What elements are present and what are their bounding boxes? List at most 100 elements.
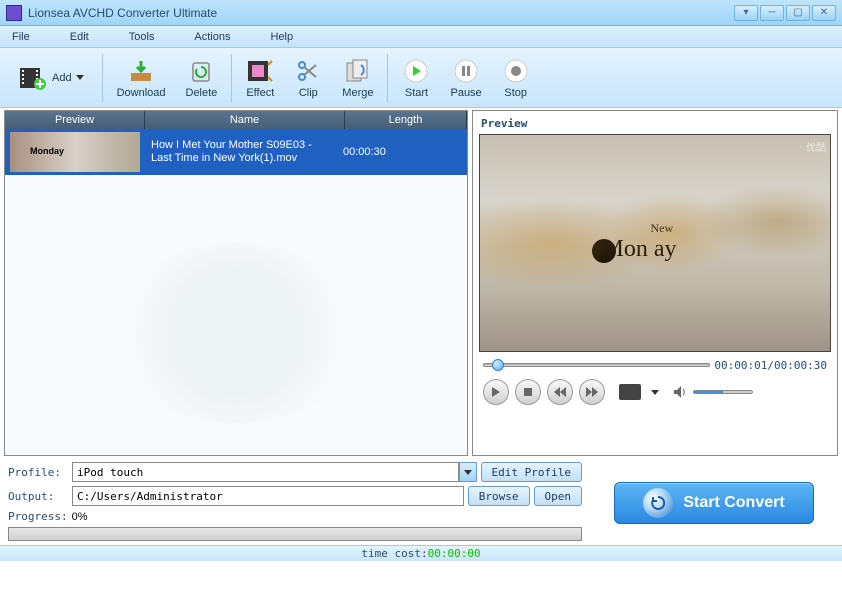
timecost-label: time cost:: [361, 547, 427, 560]
film-add-icon: [20, 64, 48, 92]
volume-slider[interactable]: [693, 390, 753, 394]
stop-button[interactable]: Stop: [492, 50, 540, 106]
output-input[interactable]: [72, 486, 464, 506]
progress-bar: [8, 527, 582, 541]
pause-icon: [452, 57, 480, 85]
start-button[interactable]: Start: [392, 50, 440, 106]
menubar: File Edit Tools Actions Help: [0, 26, 842, 48]
open-button[interactable]: Open: [534, 486, 583, 506]
output-label: Output:: [8, 490, 68, 503]
settings-column: Profile: Edit Profile Output: Browse Ope…: [8, 462, 582, 541]
list-item-name: How I Met Your Mother S09E03 - Last Time…: [145, 139, 335, 165]
pause-label: Pause: [450, 87, 481, 99]
browse-button[interactable]: Browse: [468, 486, 530, 506]
clip-button[interactable]: Clip: [284, 50, 332, 106]
convert-orb-icon: [643, 488, 673, 518]
menu-tools[interactable]: Tools: [129, 31, 155, 43]
forward-button[interactable]: [579, 379, 605, 405]
menu-dropdown-button[interactable]: ▾: [734, 5, 758, 21]
progress-value: 0%: [72, 511, 88, 523]
main-row: Preview Name Length How I Met Your Mothe…: [0, 108, 842, 458]
stop-label: Stop: [504, 87, 527, 99]
timecost-value: 00:00:00: [428, 547, 481, 560]
merge-button[interactable]: Merge: [332, 50, 383, 106]
titlebar: Lionsea AVCHD Converter Ultimate ▾ ─ ▢ ✕: [0, 0, 842, 26]
maximize-button[interactable]: ▢: [786, 5, 810, 21]
seek-track[interactable]: [483, 363, 710, 367]
video-watermark: 优酷: [806, 139, 826, 154]
time-display: 00:00:01/00:00:30: [714, 359, 827, 372]
add-button[interactable]: Add: [6, 50, 98, 106]
seek-thumb[interactable]: [492, 359, 504, 371]
toolbar: Add Download Delete Effect Clip Merge St…: [0, 48, 842, 108]
snapshot-dropdown[interactable]: [651, 390, 659, 395]
download-icon: [127, 57, 155, 85]
pause-button[interactable]: Pause: [440, 50, 491, 106]
rewind-button[interactable]: [547, 379, 573, 405]
video-overlay-text: NewMon ay: [603, 221, 677, 263]
clip-label: Clip: [299, 87, 318, 99]
download-label: Download: [117, 87, 166, 99]
menu-file[interactable]: File: [12, 31, 30, 43]
close-button[interactable]: ✕: [812, 5, 836, 21]
progress-row: Progress: 0%: [8, 510, 582, 523]
merge-label: Merge: [342, 87, 373, 99]
recycle-icon: [187, 57, 215, 85]
list-item[interactable]: How I Met Your Mother S09E03 - Last Time…: [5, 129, 467, 175]
list-empty-area[interactable]: [5, 175, 467, 455]
scissors-icon: [294, 57, 322, 85]
app-title: Lionsea AVCHD Converter Ultimate: [28, 6, 734, 20]
watermark-icon: [106, 243, 366, 423]
preview-pane: Preview NewMon ay 优酷 00:00:01/00:00:30: [472, 110, 838, 456]
play-button[interactable]: [483, 379, 509, 405]
effect-button[interactable]: Effect: [236, 50, 284, 106]
convert-column: Start Convert: [594, 462, 834, 541]
stop-record-icon: [502, 57, 530, 85]
col-preview[interactable]: Preview: [5, 111, 145, 129]
separator: [231, 54, 232, 102]
menu-help[interactable]: Help: [270, 31, 293, 43]
separator: [387, 54, 388, 102]
add-label: Add: [52, 72, 72, 84]
output-row: Output: Browse Open: [8, 486, 582, 506]
separator: [102, 54, 103, 102]
menu-edit[interactable]: Edit: [70, 31, 89, 43]
file-list-pane: Preview Name Length How I Met Your Mothe…: [4, 110, 468, 456]
convert-label: Start Convert: [683, 494, 784, 512]
chevron-down-icon: [464, 470, 472, 475]
snapshot-button[interactable]: [619, 384, 641, 400]
profile-combo: [72, 462, 477, 482]
profile-label: Profile:: [8, 466, 68, 479]
col-length[interactable]: Length: [345, 111, 467, 129]
profile-input[interactable]: [72, 462, 459, 482]
list-item-length: 00:00:30: [335, 146, 467, 158]
video-frame: NewMon ay 优酷: [480, 135, 830, 351]
bottom-bar: Profile: Edit Profile Output: Browse Ope…: [0, 458, 842, 545]
play-icon: [402, 57, 430, 85]
delete-label: Delete: [186, 87, 218, 99]
volume-icon[interactable]: [673, 385, 687, 399]
merge-icon: [344, 57, 372, 85]
minimize-button[interactable]: ─: [760, 5, 784, 21]
cbs-logo-icon: [592, 239, 616, 263]
list-item-thumbnail: [10, 132, 140, 172]
progress-label: Progress:: [8, 510, 68, 523]
start-label: Start: [405, 87, 428, 99]
timecost-bar: time cost: 00:00:00: [0, 545, 842, 561]
col-name[interactable]: Name: [145, 111, 345, 129]
list-header: Preview Name Length: [5, 111, 467, 129]
stop-button[interactable]: [515, 379, 541, 405]
menu-actions[interactable]: Actions: [194, 31, 230, 43]
profile-dropdown-button[interactable]: [459, 462, 477, 482]
delete-button[interactable]: Delete: [176, 50, 228, 106]
video-preview[interactable]: NewMon ay 优酷: [479, 134, 831, 352]
player-controls: [477, 376, 833, 408]
download-button[interactable]: Download: [107, 50, 176, 106]
edit-profile-button[interactable]: Edit Profile: [481, 462, 582, 482]
window-buttons: ▾ ─ ▢ ✕: [734, 5, 836, 21]
effect-icon: [246, 57, 274, 85]
profile-row: Profile: Edit Profile: [8, 462, 582, 482]
start-convert-button[interactable]: Start Convert: [614, 482, 814, 524]
app-icon: [6, 5, 22, 21]
chevron-down-icon: [76, 75, 84, 80]
